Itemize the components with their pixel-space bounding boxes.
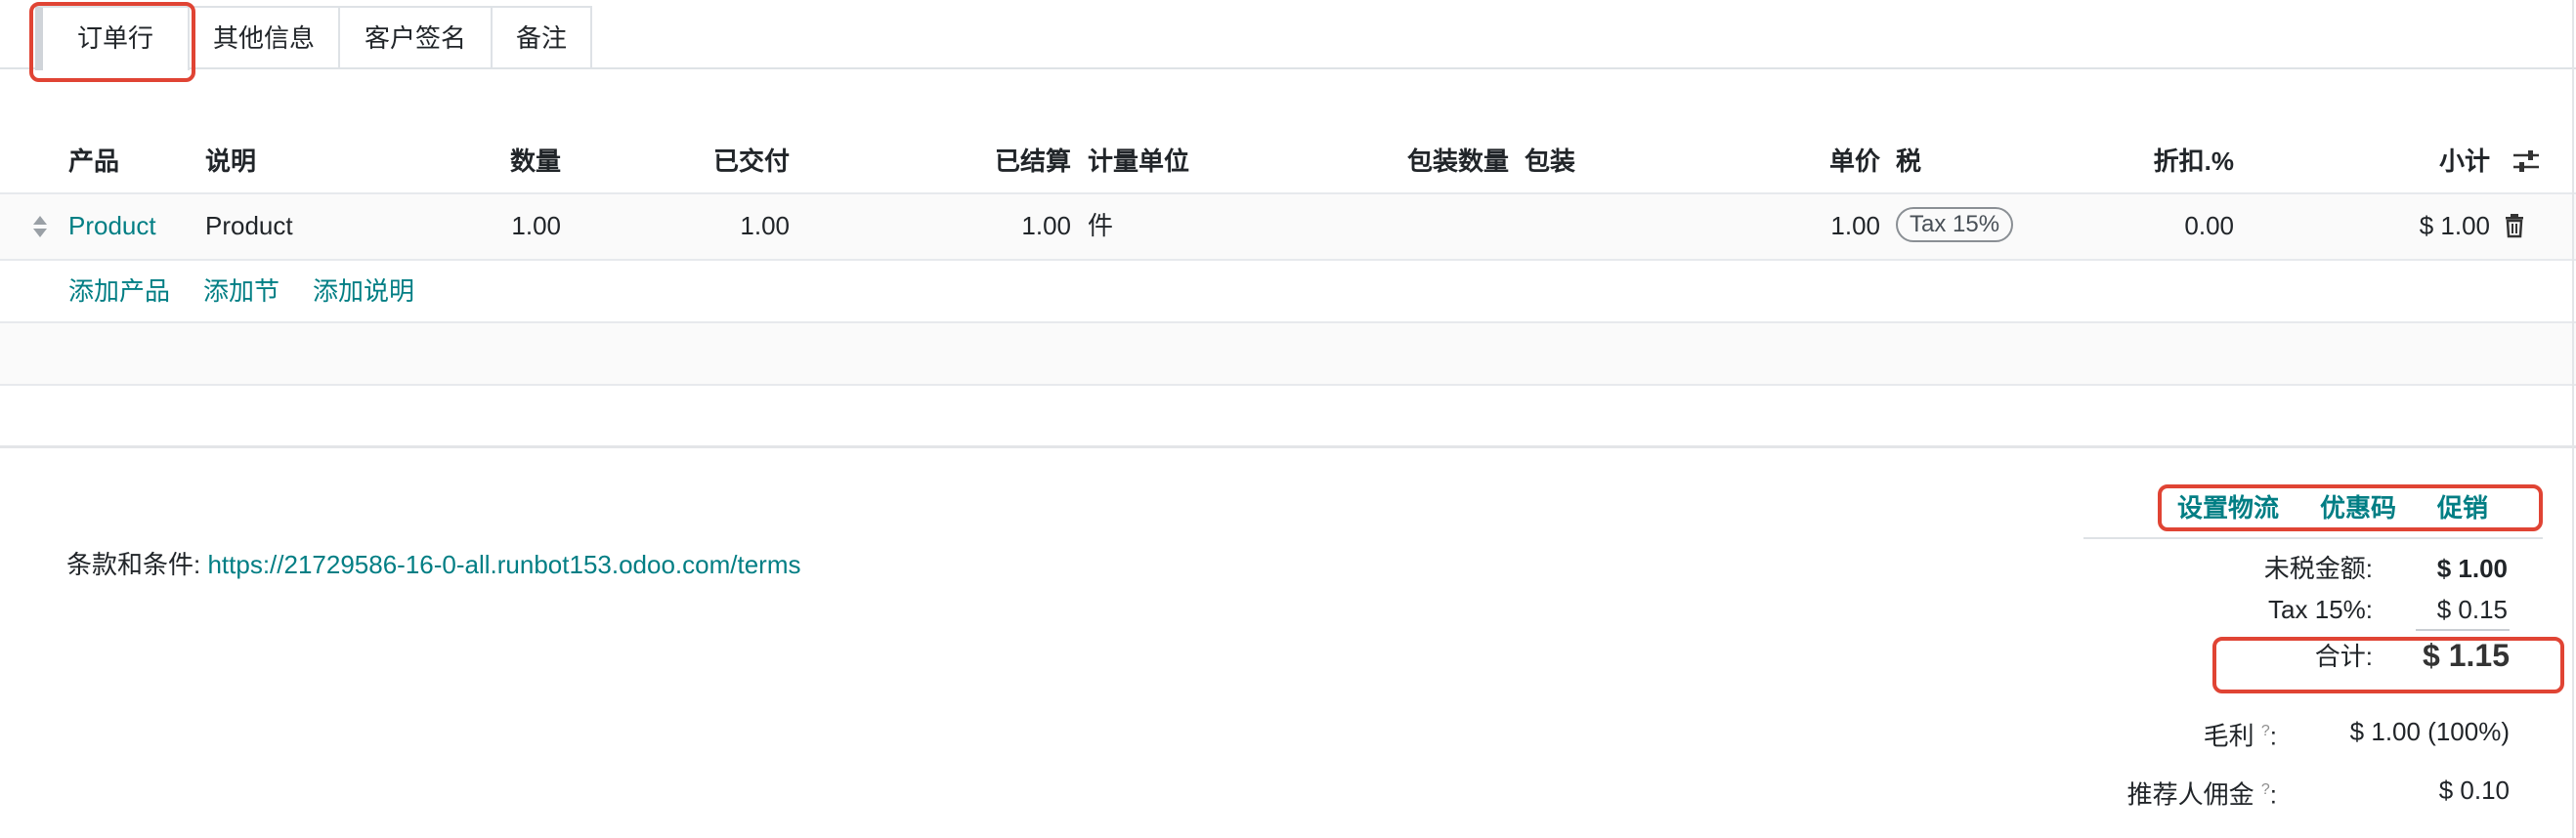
tab-notes[interactable]: 备注 bbox=[491, 6, 592, 67]
margin-label: 毛利 bbox=[2203, 721, 2254, 751]
trash-icon[interactable] bbox=[2503, 213, 2526, 238]
tax-label: Tax 15%: bbox=[2268, 595, 2373, 624]
tab-customer-signature[interactable]: 客户签名 bbox=[338, 6, 493, 67]
help-icon[interactable]: ? bbox=[2261, 781, 2270, 798]
terms-label: 条款和条件: bbox=[66, 550, 208, 579]
empty-row-divider bbox=[0, 384, 2576, 386]
right-panel-border bbox=[2572, 0, 2574, 838]
help-icon[interactable]: ? bbox=[2261, 723, 2270, 739]
total-divider bbox=[2416, 629, 2510, 631]
add-product-link[interactable]: 添加产品 bbox=[68, 276, 170, 306]
table-bottom-border bbox=[0, 445, 2576, 448]
header-packaging-qty[interactable]: 包装数量 bbox=[1368, 147, 1509, 176]
tax-value: $ 0.15 bbox=[2436, 595, 2508, 624]
untaxed-amount-value: $ 1.00 bbox=[2436, 554, 2508, 583]
margin-colon: : bbox=[2269, 721, 2277, 751]
header-description[interactable]: 说明 bbox=[205, 147, 256, 176]
header-unit-price[interactable]: 单价 bbox=[1779, 147, 1880, 176]
row-subtotal: $ 1.00 bbox=[2419, 211, 2490, 240]
tab-order-lines[interactable]: 订单行 bbox=[35, 6, 190, 70]
row-unit-price[interactable]: 1.00 bbox=[1779, 211, 1880, 240]
row-discount[interactable]: 0.00 bbox=[2111, 211, 2234, 240]
terms-link[interactable]: https://21729586-16-0-all.runbot153.odoo… bbox=[207, 550, 800, 579]
header-uom[interactable]: 计量单位 bbox=[1088, 147, 1189, 176]
commission-row-label: 推荐人佣金 ?: bbox=[1994, 775, 2277, 810]
buttons-divider bbox=[2083, 537, 2543, 539]
tax-badge[interactable]: Tax 15% bbox=[1896, 207, 2014, 242]
header-delivered[interactable]: 已交付 bbox=[665, 147, 790, 176]
margin-row-label: 毛利 ?: bbox=[1994, 717, 2277, 751]
header-discount[interactable]: 折扣.% bbox=[2111, 147, 2234, 176]
margin-value: $ 1.00 (100%) bbox=[2349, 717, 2510, 746]
header-subtotal[interactable]: 小计 bbox=[2384, 147, 2490, 176]
row-divider bbox=[0, 259, 2576, 261]
row-uom[interactable]: 件 bbox=[1088, 211, 1113, 240]
optional-columns-icon[interactable] bbox=[2510, 145, 2543, 178]
drag-handle-icon[interactable] bbox=[29, 213, 51, 240]
header-quantity[interactable]: 数量 bbox=[459, 147, 561, 176]
commission-value: $ 0.10 bbox=[2438, 775, 2510, 805]
row-quantity[interactable]: 1.00 bbox=[459, 211, 561, 240]
coupon-code-button[interactable]: 优惠码 bbox=[2320, 493, 2396, 523]
header-invoiced[interactable]: 已结算 bbox=[938, 147, 1071, 176]
notebook-tabs: 订单行 其他信息 客户签名 备注 bbox=[0, 0, 2576, 70]
total-value: $ 1.15 bbox=[2423, 638, 2510, 673]
header-taxes[interactable]: 税 bbox=[1896, 147, 1921, 176]
commission-colon: : bbox=[2269, 779, 2277, 810]
terms-and-conditions: 条款和条件: https://21729586-16-0-all.runbot1… bbox=[66, 550, 801, 579]
row-product[interactable]: Product bbox=[68, 211, 156, 240]
row-delivered[interactable]: 1.00 bbox=[665, 211, 790, 240]
promotions-button[interactable]: 促销 bbox=[2437, 493, 2488, 523]
row-invoiced[interactable]: 1.00 bbox=[938, 211, 1071, 240]
empty-row bbox=[0, 323, 2576, 384]
set-shipping-button[interactable]: 设置物流 bbox=[2177, 493, 2279, 523]
total-label: 合计: bbox=[2314, 642, 2373, 671]
add-section-link[interactable]: 添加节 bbox=[203, 276, 279, 306]
add-note-link[interactable]: 添加说明 bbox=[313, 276, 414, 306]
commission-label: 推荐人佣金 bbox=[2126, 779, 2254, 810]
tab-other-info[interactable]: 其他信息 bbox=[188, 6, 340, 67]
header-packaging[interactable]: 包装 bbox=[1524, 147, 1575, 176]
header-product[interactable]: 产品 bbox=[68, 147, 119, 176]
untaxed-amount-label: 未税金额: bbox=[2263, 554, 2373, 583]
row-description[interactable]: Product bbox=[205, 211, 293, 240]
